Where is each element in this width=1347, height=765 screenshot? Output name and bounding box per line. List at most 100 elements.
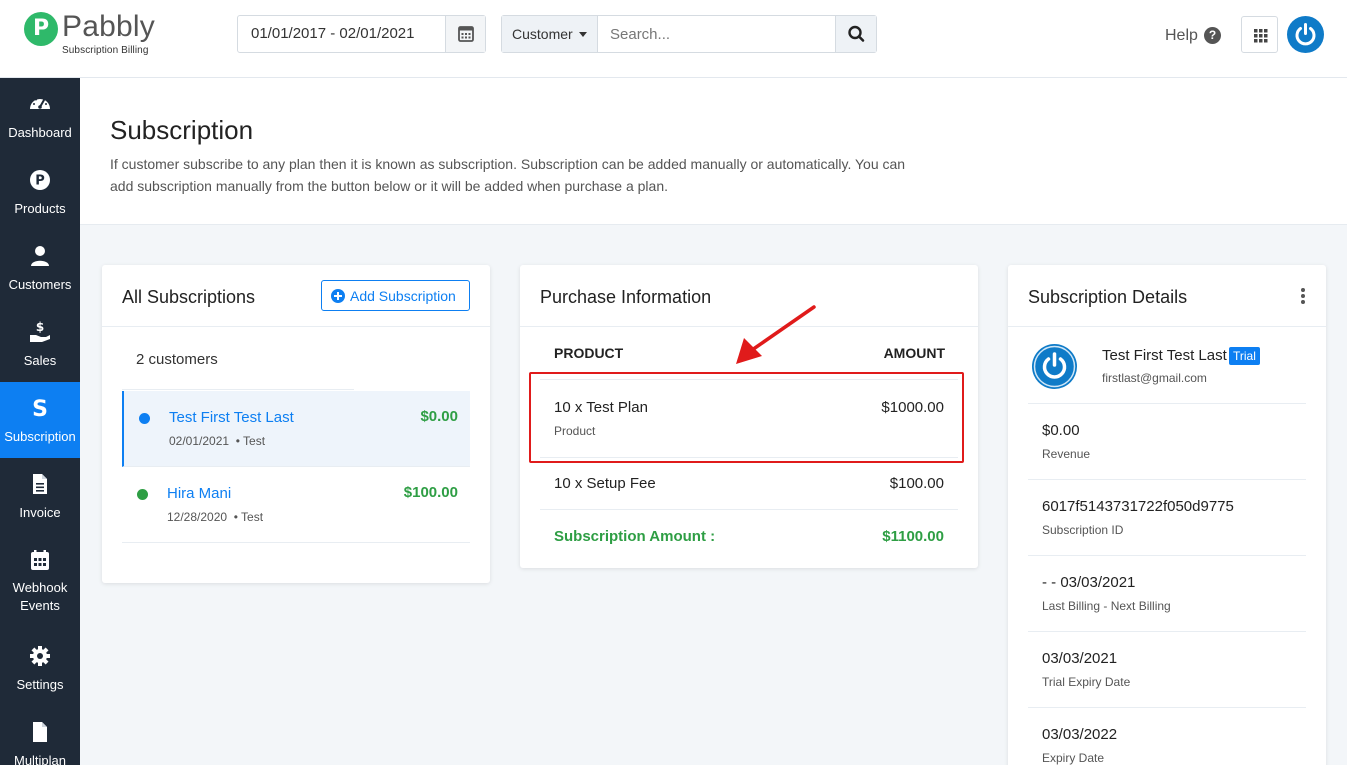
add-subscription-label: Add Subscription	[350, 288, 456, 304]
sidebar-label: Subscription	[4, 429, 76, 444]
highlight-box	[529, 372, 964, 463]
customer-name[interactable]: Test First Test Last	[1102, 347, 1227, 364]
invoice-file-icon	[33, 474, 47, 494]
sidebar-label: Dashboard	[8, 125, 72, 140]
multiplan-file-icon	[33, 722, 47, 742]
page-header: Subscription If customer subscribe to an…	[80, 78, 1347, 225]
sidebar-item-products[interactable]: P Products	[0, 154, 80, 230]
subscription-amount: $100.00	[403, 484, 458, 501]
svg-text:S: S	[32, 397, 48, 420]
calendar-grid-icon	[31, 550, 49, 570]
detail-row-revenue: $0.00 Revenue	[1028, 403, 1306, 479]
card-header: Subscription Details	[1008, 265, 1326, 327]
search-input[interactable]	[598, 16, 836, 52]
detail-row-billing: - - 03/03/2021 Last Billing - Next Billi…	[1028, 555, 1306, 631]
subscription-customer-name[interactable]: Test First Test Last	[169, 409, 294, 426]
search-type-label: Customer	[512, 26, 573, 42]
pabbly-logo[interactable]: Pabbly Subscription Billing	[24, 10, 164, 60]
customer-email: firstlast@gmail.com	[1102, 371, 1207, 385]
subscription-tag: • Test	[235, 434, 266, 448]
plus-circle-icon	[331, 289, 345, 303]
purchase-item-amount: $100.00	[889, 475, 944, 492]
calendar-button[interactable]	[445, 16, 485, 52]
annotation-arrow-icon	[736, 305, 816, 364]
column-header-product: PRODUCT	[554, 345, 624, 361]
subscription-row[interactable]: Hira Mani 12/28/2020 • Test $100.00	[122, 467, 470, 543]
customer-count: 2 customers	[136, 351, 218, 368]
sidebar-item-subscription[interactable]: S Subscription	[0, 382, 80, 458]
power-icon	[1295, 23, 1316, 46]
customer-avatar	[1032, 344, 1077, 389]
sidebar-label: Multiplan	[13, 753, 67, 765]
svg-text:$: $	[36, 320, 44, 334]
sidebar-item-webhook-events[interactable]: Webhook Events	[0, 534, 80, 620]
subscription-details-card: Subscription Details Test First Test Las…	[1008, 265, 1326, 765]
card-title: All Subscriptions	[122, 287, 256, 307]
detail-value: - - 03/03/2021	[1042, 574, 1136, 591]
purchase-item-name: 10 x Setup Fee	[554, 475, 656, 492]
user-avatar[interactable]	[1287, 16, 1324, 53]
sidebar-item-dashboard[interactable]: Dashboard	[0, 78, 80, 154]
detail-value: 03/03/2022	[1042, 726, 1118, 743]
add-subscription-button[interactable]: Add Subscription	[321, 280, 470, 311]
svg-text:P: P	[35, 174, 45, 189]
subscription-meta: 02/01/2021 • Test	[169, 434, 265, 448]
help-link[interactable]: Help	[1165, 27, 1198, 45]
subscription-amount-total: $1100.00	[882, 528, 944, 545]
sidebar-item-customers[interactable]: Customers	[0, 230, 80, 306]
trial-badge: Trial	[1229, 347, 1260, 365]
question-circle-icon[interactable]: ?	[1204, 27, 1221, 44]
card-header: All Subscriptions Add Subscription	[102, 265, 490, 327]
subscription-row[interactable]: Test First Test Last 02/01/2021 • Test $…	[122, 391, 470, 467]
subscription-amount: $0.00	[420, 408, 458, 425]
subscription-meta: 12/28/2020 • Test	[167, 510, 263, 524]
detail-label: Subscription ID	[1042, 523, 1124, 537]
sidebar-label: Invoice	[19, 505, 61, 520]
subscription-amount-label: Subscription Amount :	[554, 528, 716, 545]
subscription-customer-name[interactable]: Hira Mani	[167, 485, 231, 502]
logo-name: Pabbly	[62, 10, 155, 43]
all-subscriptions-card: All Subscriptions Add Subscription 2 cus…	[102, 265, 490, 583]
subscription-date: 02/01/2021	[169, 434, 230, 448]
detail-value: $0.00	[1042, 422, 1080, 439]
detail-label: Trial Expiry Date	[1042, 675, 1131, 689]
column-header-amount: AMOUNT	[883, 345, 945, 361]
detail-value: 03/03/2021	[1042, 650, 1118, 667]
user-icon	[31, 246, 49, 266]
grid-icon	[1254, 29, 1268, 43]
purchase-total-row: Subscription Amount : $1100.00	[540, 510, 958, 560]
card-title: Subscription Details	[1028, 287, 1188, 307]
logo-subtitle: Subscription Billing	[62, 45, 149, 56]
search-icon	[848, 25, 865, 42]
search-button[interactable]	[835, 16, 876, 52]
detail-row-expiry: 03/03/2022 Expiry Date	[1028, 707, 1306, 765]
sidebar-label: Customers	[8, 277, 72, 292]
apps-menu-button[interactable]	[1241, 16, 1278, 53]
sidebar-item-invoice[interactable]: Invoice	[0, 458, 80, 534]
calendar-icon	[458, 26, 474, 42]
sidebar-item-settings[interactable]: Settings	[0, 630, 80, 706]
status-dot	[137, 489, 148, 500]
sidebar-item-multiplan[interactable]: Multiplan	[0, 706, 80, 765]
date-range-picker[interactable]: 01/01/2017 - 02/01/2021	[237, 15, 486, 53]
subscription-s-icon: S	[32, 397, 48, 420]
sidebar-item-sales[interactable]: $ Sales	[0, 306, 80, 382]
detail-row-trial-expiry: 03/03/2021 Trial Expiry Date	[1028, 631, 1306, 707]
products-p-icon: P	[30, 170, 50, 190]
top-bar: Pabbly Subscription Billing 01/01/2017 -…	[0, 0, 1347, 78]
power-icon	[1033, 345, 1076, 388]
detail-row-subscription-id: 6017f5143731722f050d9775 Subscription ID	[1028, 479, 1306, 555]
sidebar-label: Settings	[16, 677, 64, 692]
sidebar-label: Sales	[23, 353, 57, 368]
subscription-date: 12/28/2020	[167, 510, 228, 524]
sidebar-label: Products	[14, 201, 66, 216]
page-title: Subscription	[110, 115, 254, 145]
detail-label: Revenue	[1042, 447, 1091, 461]
sidebar: Dashboard P Products Customers $ Sales S…	[0, 78, 80, 765]
pabbly-logo-icon	[24, 12, 58, 46]
detail-value: 6017f5143731722f050d9775	[1042, 498, 1234, 515]
caret-down-icon	[579, 32, 587, 37]
page-description: If customer subscribe to any plan then i…	[110, 156, 906, 194]
search-type-dropdown[interactable]: Customer	[502, 16, 598, 52]
more-vertical-icon[interactable]	[1298, 288, 1308, 304]
